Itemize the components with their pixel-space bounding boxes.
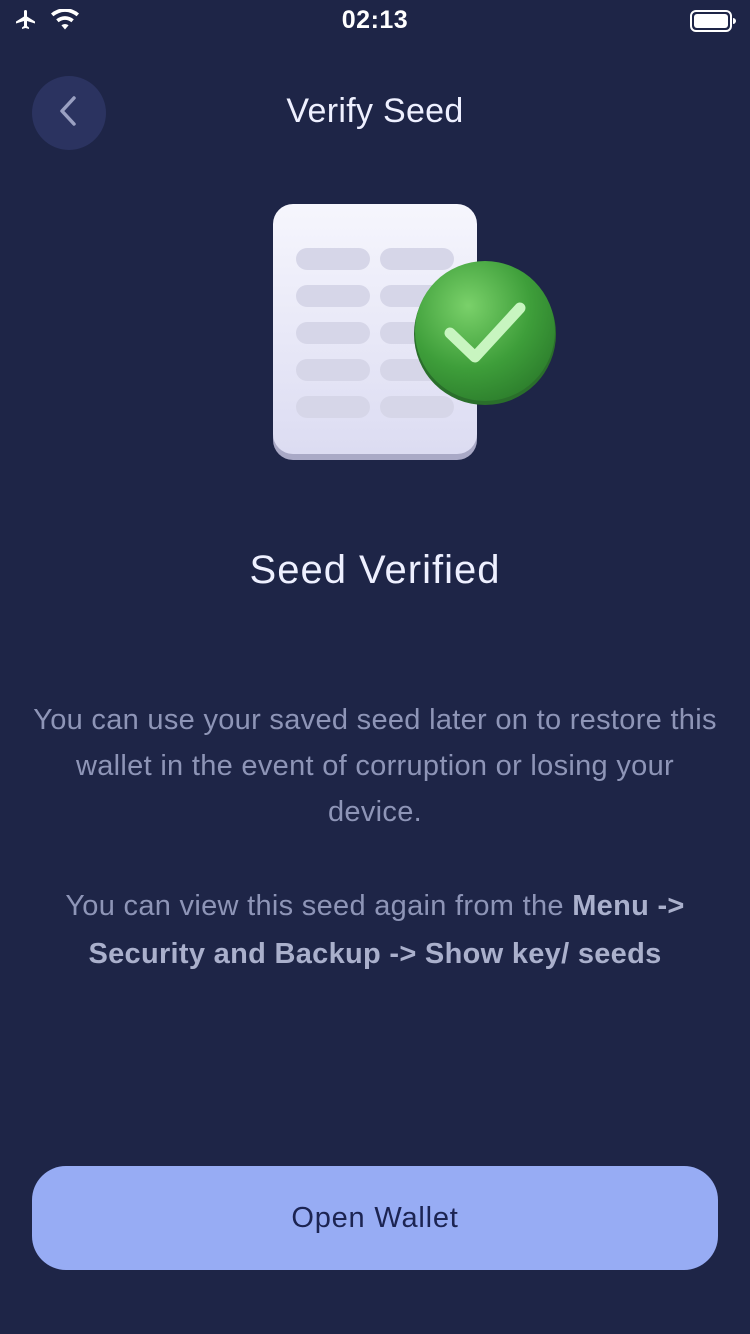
document-check-icon bbox=[270, 200, 560, 462]
view-seed-info-text: You can view this seed again from the Me… bbox=[30, 882, 720, 978]
open-wallet-label: Open Wallet bbox=[291, 1201, 459, 1234]
open-wallet-button[interactable]: Open Wallet bbox=[32, 1166, 718, 1270]
battery-icon bbox=[690, 10, 736, 37]
page-title: Verify Seed bbox=[286, 92, 464, 130]
verify-seed-screen: 02:13 Verify Seed Seed Verified You can … bbox=[0, 0, 750, 1334]
status-time: 02:13 bbox=[341, 6, 409, 34]
status-bar: 02:13 bbox=[0, 0, 750, 40]
restore-info-text: You can use your saved seed later on to … bbox=[33, 704, 717, 828]
view-seed-info-prefix: You can view this seed again from the bbox=[65, 890, 573, 922]
headline: Seed Verified bbox=[249, 548, 501, 592]
